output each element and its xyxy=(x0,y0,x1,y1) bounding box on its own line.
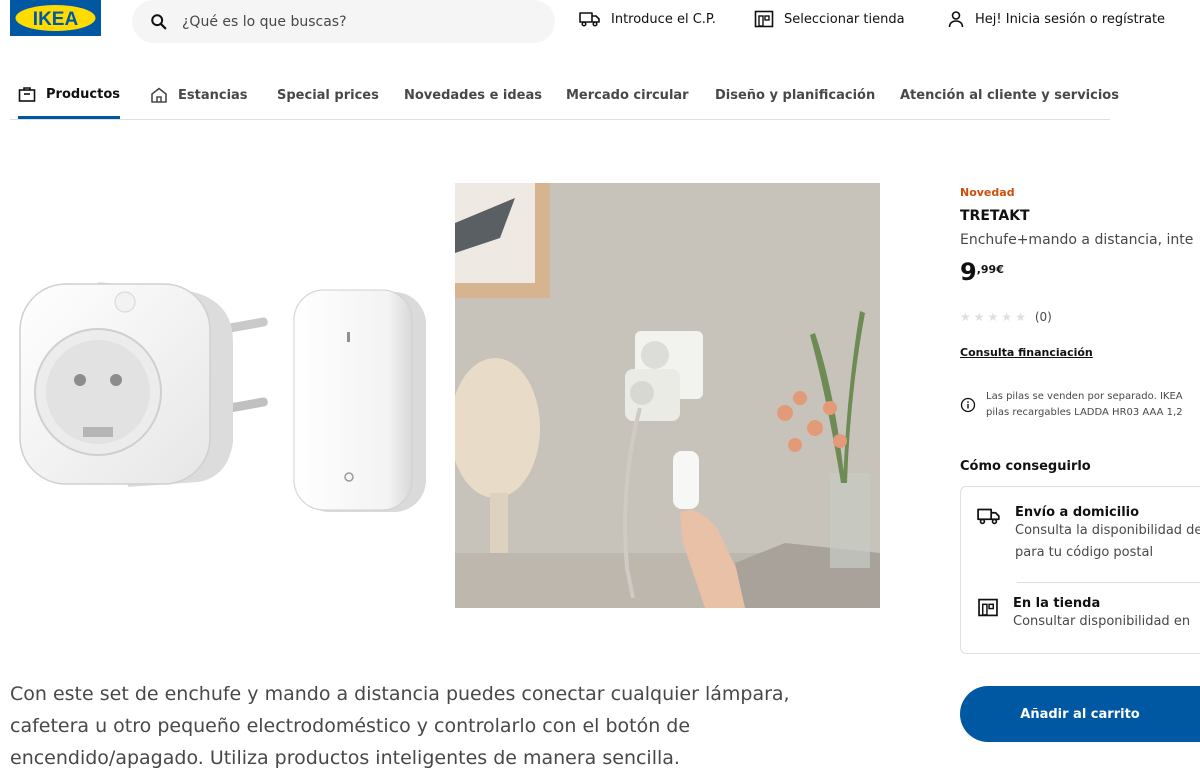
select-store-label: Seleccionar tienda xyxy=(784,11,905,27)
nav-diseno[interactable]: Diseño y planificación xyxy=(715,72,875,118)
search-bar[interactable] xyxy=(132,0,555,43)
battery-note-line2: pilas recargables LADDA HR03 AAA 1,2 xyxy=(986,407,1183,418)
financing-link[interactable]: Consulta financiación xyxy=(960,346,1093,359)
how-to-get-heading: Cómo conseguirlo xyxy=(960,459,1091,474)
add-to-cart-button[interactable]: Añadir al carrito xyxy=(960,686,1200,742)
battery-note-line1: Las pilas se venden por separado. IKEA xyxy=(986,391,1183,402)
store-sub: Consultar disponibilidad en xyxy=(1013,614,1191,629)
star-icon: ★ xyxy=(973,310,985,324)
ikea-logo[interactable]: IKEA xyxy=(10,0,101,36)
product-description: Enchufe+mando a distancia, inte xyxy=(960,232,1194,248)
user-icon xyxy=(948,11,964,28)
nav-estancias[interactable]: Estancias xyxy=(150,72,248,118)
nav-novedades[interactable]: Novedades e ideas xyxy=(404,72,542,118)
search-input[interactable] xyxy=(180,12,544,31)
rating-count: (0) xyxy=(1034,310,1052,324)
delivery-sub-line1: Consulta la disponibilidad de xyxy=(1015,523,1200,538)
price-decimal: ,99€ xyxy=(976,263,1004,276)
in-store-option[interactable]: En la tienda Consultar disponibilidad en xyxy=(977,596,1200,633)
battery-note: Las pilas se venden por separado. IKEA p… xyxy=(960,389,1183,421)
availability-box: Envío a domicilio Consulta la disponibil… xyxy=(960,486,1200,654)
nav-productos[interactable]: Productos xyxy=(18,72,121,119)
nav-special-prices-label: Special prices xyxy=(277,87,379,103)
store-icon xyxy=(978,598,998,617)
delivery-title: Envío a domicilio xyxy=(1015,505,1140,520)
store-title: En la tienda xyxy=(1013,596,1101,611)
product-price: 9,99€ xyxy=(960,258,1004,286)
postal-code-link[interactable]: Introduce el C.P. xyxy=(579,8,716,30)
select-store-link[interactable]: Seleccionar tienda xyxy=(754,8,905,30)
login-link[interactable]: Hej! Inicia sesión o regístrate xyxy=(947,8,1165,30)
rating[interactable]: ★ ★ ★ ★ ★ (0) xyxy=(960,310,1052,324)
product-long-description: Con este set de enchufe y mando a distan… xyxy=(10,683,790,769)
delivery-sub-line2: para tu código postal xyxy=(1015,545,1154,560)
info-icon xyxy=(960,397,976,413)
search-icon xyxy=(151,13,167,29)
star-icon: ★ xyxy=(987,310,999,324)
truck-icon xyxy=(579,12,600,27)
availability-divider xyxy=(1017,582,1200,583)
nav-atencion[interactable]: Atención al cliente y servicios xyxy=(900,72,1119,118)
product-image-main[interactable] xyxy=(8,262,448,522)
house-icon xyxy=(151,87,167,103)
nav-productos-label: Productos xyxy=(46,86,121,102)
product-name: TRETAKT xyxy=(960,208,1030,224)
main-nav: Productos Estancias Special prices Noved… xyxy=(10,72,1119,120)
star-icon: ★ xyxy=(960,310,971,324)
price-integer: 9 xyxy=(960,258,977,286)
nav-mercado-circular[interactable]: Mercado circular xyxy=(566,72,689,118)
bag-icon xyxy=(18,87,36,102)
store-icon xyxy=(754,10,774,28)
new-badge: Novedad xyxy=(960,186,1015,199)
logo-text: IKEA xyxy=(33,9,79,30)
login-label: Hej! Inicia sesión o regístrate xyxy=(975,11,1166,27)
nav-special-prices[interactable]: Special prices xyxy=(277,72,379,118)
home-delivery-option[interactable]: Envío a domicilio Consulta la disponibil… xyxy=(977,505,1200,564)
nav-novedades-label: Novedades e ideas xyxy=(404,87,542,103)
star-icon: ★ xyxy=(1015,310,1026,324)
nav-diseno-label: Diseño y planificación xyxy=(715,87,876,103)
nav-atencion-label: Atención al cliente y servicios xyxy=(900,87,1119,103)
truck-icon xyxy=(977,508,1000,525)
star-icon: ★ xyxy=(1001,310,1013,324)
product-image-lifestyle[interactable] xyxy=(455,183,880,608)
nav-mercado-circular-label: Mercado circular xyxy=(566,87,689,103)
postal-code-label: Introduce el C.P. xyxy=(611,11,716,27)
nav-estancias-label: Estancias xyxy=(178,87,248,103)
